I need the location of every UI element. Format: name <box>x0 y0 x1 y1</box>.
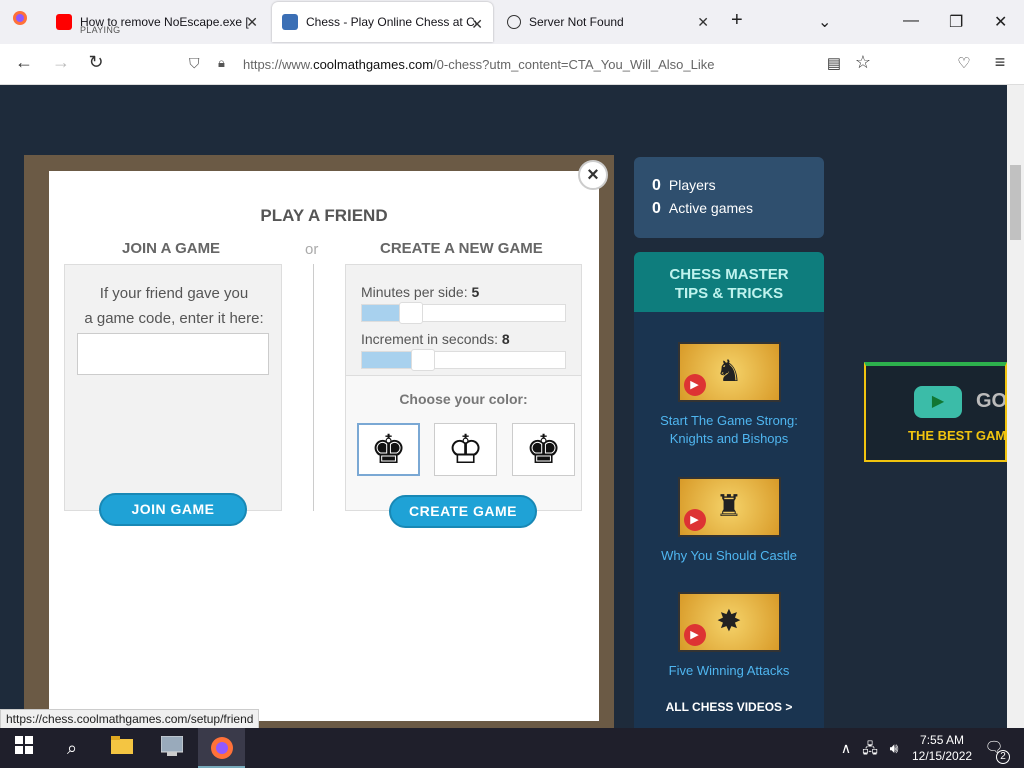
info-icon <box>507 15 521 29</box>
create-heading: CREATE A NEW GAME <box>380 240 543 257</box>
modal-title: PLAY A FRIEND <box>260 206 388 225</box>
play-icon: ▶ <box>683 624 706 646</box>
tips-panel: ♞ ▶ Start The Game Strong: Knights and Bis… <box>634 312 824 728</box>
shield-icon[interactable]: ⛉ <box>189 55 200 72</box>
url-text[interactable]: https://www.coolmathgames.com/0-chess?ut… <box>243 57 715 72</box>
games-label: Active games <box>668 200 753 216</box>
players-label: Players <box>668 177 716 193</box>
choose-color-label: Choose your color: <box>399 391 528 407</box>
volume-icon[interactable]: 🔊︎ <box>882 736 906 760</box>
create-panel: Minutes per side: 5 Increment in seconds… <box>345 264 582 511</box>
color-option-random[interactable]: ♚ <box>357 423 420 476</box>
games-count: 0 <box>652 200 661 217</box>
tips-header: CHESS MASTER TIPS & TRICKS <box>634 252 824 312</box>
close-icon[interactable]: ✕ <box>471 16 483 33</box>
video-title[interactable]: Five Winning Attacks <box>634 662 824 680</box>
taskbar: ⌕ ∧ 🖧︎ 🔊︎ 7:55 AM 12/15/2022 🗨︎ 2 <box>0 728 1024 768</box>
network-icon[interactable]: 🖧︎ <box>858 736 882 760</box>
video-title[interactable]: Start The Game Strong: Knights and Bishop… <box>634 412 824 448</box>
play-a-friend-modal: PLAY A FRIEND JOIN A GAME or CREATE A NE… <box>49 171 599 721</box>
tab-title: Server Not Found <box>529 15 624 29</box>
increment-slider[interactable] <box>361 349 566 371</box>
back-icon[interactable]: ← <box>12 52 36 73</box>
join-heading: JOIN A GAME <box>122 240 221 257</box>
tab-chess[interactable]: Chess - Play Online Chess at Co ✕ <box>272 2 493 42</box>
play-icon: ▶ <box>914 386 962 418</box>
page-scrollbar[interactable] <box>1007 85 1024 728</box>
minutes-slider[interactable] <box>361 302 566 324</box>
windows-start-icon[interactable] <box>12 736 36 760</box>
play-icon: ▶ <box>683 509 706 531</box>
close-window-icon[interactable]: ✕ <box>994 12 1007 32</box>
white-king-icon: ♔ <box>447 427 484 472</box>
clock[interactable]: 7:55 AM 12/15/2022 <box>912 732 972 764</box>
page-content: PLAY A FRIEND JOIN A GAME or CREATE A NE… <box>0 85 1024 728</box>
black-king-icon: ♚ <box>525 427 562 472</box>
players-panel: 0 Players 0 Active games <box>634 157 824 238</box>
firefox-menu-icon[interactable] <box>8 10 32 31</box>
color-option-white[interactable]: ♔ <box>434 423 497 476</box>
notification-icon[interactable]: 🗨︎ 2 <box>982 736 1010 764</box>
video-item[interactable]: ✸ ▶ Five Winning Attacks <box>634 592 824 680</box>
ad-tagline: THE BEST GAM <box>908 428 1007 443</box>
tab-server-not-found[interactable]: Server Not Found ✕ <box>497 0 719 44</box>
video-title[interactable]: Why You Should Castle <box>634 547 824 565</box>
ad-go-text: GO <box>976 390 1007 412</box>
file-explorer-icon[interactable] <box>110 736 134 760</box>
players-count: 0 <box>652 177 661 194</box>
slider-handle[interactable] <box>411 349 435 371</box>
forward-icon[interactable]: → <box>49 52 73 73</box>
coolmath-icon <box>282 14 298 30</box>
url-bar[interactable]: ⛉ 🔒︎ https://www.coolmathgames.com/0-che… <box>182 49 882 79</box>
chevron-up-icon[interactable]: ∧ <box>834 736 858 760</box>
close-icon[interactable]: ✕ <box>697 14 709 31</box>
video-item[interactable]: ♞ ▶ Start The Game Strong: Knights and Bis… <box>634 342 824 448</box>
or-separator: or <box>305 241 319 258</box>
minimize-icon[interactable]: — <box>903 12 919 30</box>
bookmark-star-icon[interactable]: ☆ <box>851 52 875 73</box>
create-game-button[interactable]: CREATE GAME <box>389 495 537 528</box>
slider-handle[interactable] <box>399 302 423 324</box>
divider <box>313 264 314 511</box>
join-panel: If your friend gave you a game code, ent… <box>64 264 282 511</box>
close-icon[interactable]: ✕ <box>246 14 258 31</box>
close-modal-button[interactable]: × <box>578 160 608 190</box>
tab-playing-label: PLAYING <box>80 25 121 35</box>
ad-banner[interactable]: ▶ GO THE BEST GAM <box>864 362 1007 462</box>
firefox-taskbar-item[interactable] <box>198 728 245 768</box>
pocket-icon[interactable]: ♡ <box>952 54 976 72</box>
color-option-black[interactable]: ♚ <box>512 423 575 476</box>
nav-bar: ← → ↻ ⛉ 🔒︎ https://www.coolmathgames.com… <box>0 44 1024 85</box>
all-videos-link[interactable]: ALL CHESS VIDEOS > <box>634 700 824 714</box>
play-icon: ▶ <box>683 374 706 396</box>
tab-strip: How to remove NoEscape.exe [ PLAYING ✕ C… <box>0 0 1024 44</box>
lock-icon[interactable]: 🔒︎ <box>218 55 225 71</box>
app-menu-icon[interactable]: ≡ <box>988 52 1012 73</box>
time-settings: Minutes per side: 5 Increment in seconds… <box>346 265 581 376</box>
notification-count: 2 <box>996 750 1010 764</box>
tab-title: Chess - Play Online Chess at Co <box>306 15 476 29</box>
new-tab-button[interactable]: + <box>731 9 743 32</box>
maximize-icon[interactable]: ❐ <box>949 12 963 32</box>
list-tabs-icon[interactable]: ⌄ <box>818 12 831 32</box>
king-icon: ♚ <box>370 427 407 472</box>
app-icon[interactable] <box>160 735 184 760</box>
castle-icon[interactable]: ♜ ▶ <box>677 477 781 537</box>
explosion-icon[interactable]: ✸ ▶ <box>677 592 781 652</box>
game-code-input[interactable] <box>77 333 269 375</box>
join-help-text: If your friend gave you a game code, ent… <box>84 285 264 327</box>
reload-icon[interactable]: ↻ <box>84 52 108 73</box>
minutes-label: Minutes per side: 5 <box>361 284 480 300</box>
increment-label: Increment in seconds: 8 <box>361 331 510 347</box>
firefox-icon <box>210 736 234 765</box>
search-icon[interactable]: ⌕ <box>60 736 84 760</box>
join-game-button[interactable]: JOIN GAME <box>99 493 247 526</box>
video-item[interactable]: ♜ ▶ Why You Should Castle <box>634 477 824 565</box>
reader-view-icon[interactable]: ▤ <box>822 54 846 72</box>
tab-youtube[interactable]: How to remove NoEscape.exe [ PLAYING ✕ <box>46 0 268 44</box>
scrollbar-thumb[interactable] <box>1010 165 1021 240</box>
youtube-icon <box>56 14 72 30</box>
knight-icon[interactable]: ♞ ▶ <box>677 342 781 402</box>
status-url: https://chess.coolmathgames.com/setup/fr… <box>0 709 260 729</box>
